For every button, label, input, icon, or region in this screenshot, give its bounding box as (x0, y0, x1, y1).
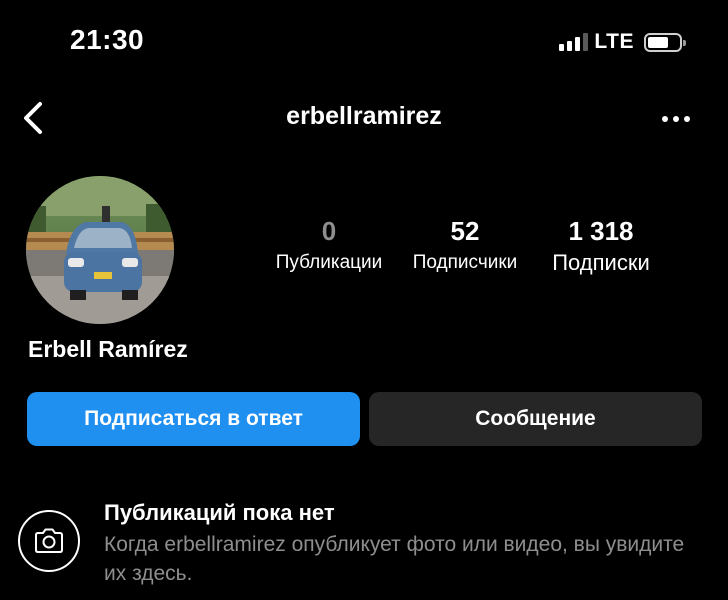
signal-icon (559, 33, 589, 51)
following-count: 1 318 (568, 216, 634, 246)
more-options-button[interactable] (662, 116, 690, 122)
posts-count: 0 (321, 216, 337, 246)
follow-back-label: Подписаться в ответ (84, 407, 303, 430)
follow-back-button[interactable]: Подписаться в ответ (27, 392, 360, 446)
stat-followers[interactable]: 52 Подписчики (404, 216, 526, 278)
dot (684, 116, 690, 122)
followers-label: Подписчики (412, 252, 518, 273)
empty-posts-description: Когда erbellramirez опубликует фото или … (104, 533, 685, 585)
dot (662, 116, 668, 122)
display-name: Erbell Ramírez (28, 336, 188, 362)
dot (673, 116, 679, 122)
camera-icon-circle (18, 510, 80, 572)
followers-count: 52 (450, 216, 480, 246)
message-button[interactable]: Сообщение (369, 392, 702, 446)
message-label: Сообщение (475, 407, 596, 430)
stat-posts: 0 Публикации (268, 216, 390, 278)
avatar[interactable] (26, 176, 174, 324)
network-type: LTE (594, 30, 634, 53)
empty-posts-title: Публикаций пока нет (104, 500, 335, 525)
following-label: Подписки (552, 250, 650, 275)
status-time: 21:30 (70, 24, 145, 55)
posts-label: Публикации (275, 252, 383, 273)
stat-following[interactable]: 1 318 Подписки (542, 216, 660, 278)
header-username: erbellramirez (286, 102, 442, 130)
camera-icon (35, 528, 63, 553)
profile-photo-image (26, 176, 174, 324)
status-indicators: LTE (559, 30, 686, 54)
battery-icon (644, 32, 686, 52)
